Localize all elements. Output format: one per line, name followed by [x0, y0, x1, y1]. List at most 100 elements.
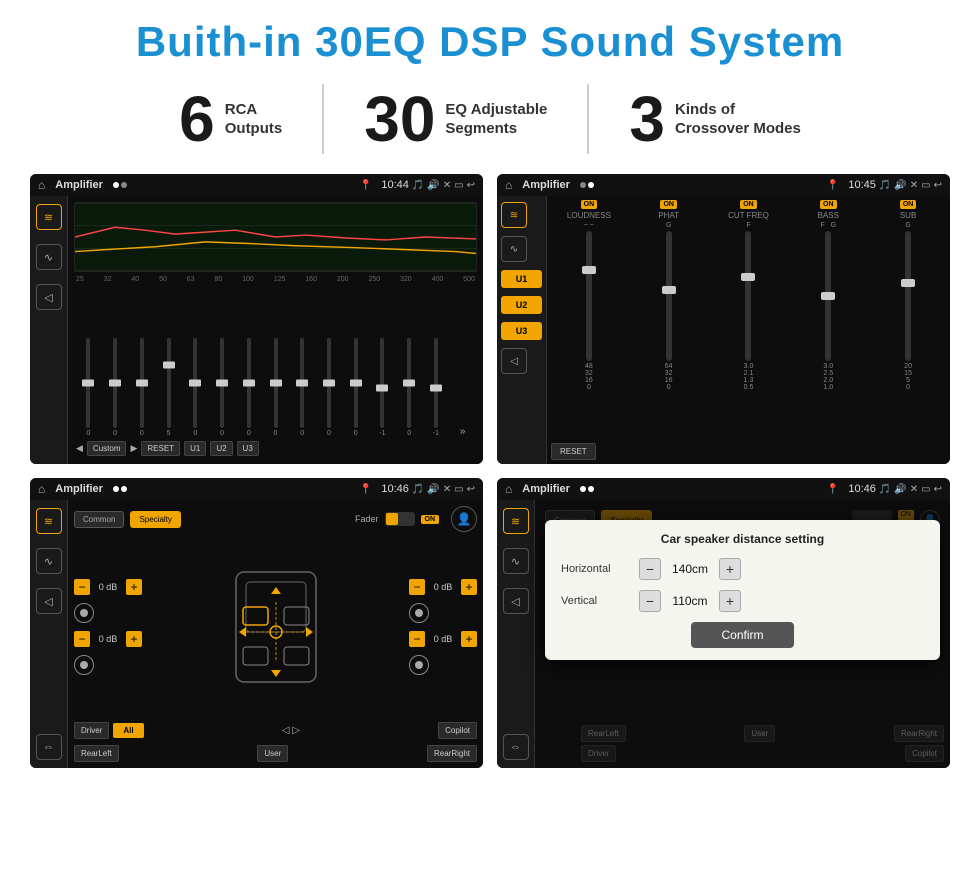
bass-on-badge[interactable]: ON — [820, 200, 837, 209]
fader-sidebar: ≋ ∿ ◁ ⇔ — [30, 500, 68, 768]
dist-bg-copilot: Copilot — [905, 745, 944, 762]
cutfreq-on-badge[interactable]: ON — [740, 200, 757, 209]
dist-speaker-icon[interactable]: ◁ — [503, 588, 529, 614]
bass-slider[interactable] — [825, 231, 831, 361]
dist-horizontal-plus[interactable]: + — [719, 558, 741, 580]
location-icon-cross: 📍 — [827, 180, 839, 191]
cross-eq-icon[interactable]: ≋ — [501, 202, 527, 228]
fader-fr-plus[interactable]: + — [461, 579, 477, 595]
eq-u1-btn[interactable]: U1 — [184, 441, 206, 456]
fader-eq-icon[interactable]: ≋ — [36, 508, 62, 534]
cross-wave-icon[interactable]: ∿ — [501, 236, 527, 262]
fader-fl-minus[interactable]: − — [74, 579, 90, 595]
eq-custom-btn[interactable]: Custom — [87, 441, 127, 456]
phat-val: 64 32 16 0 — [665, 363, 673, 391]
fader-rl-minus[interactable]: − — [74, 631, 90, 647]
car-svg — [221, 552, 331, 702]
cross-speaker-icon[interactable]: ◁ — [501, 348, 527, 374]
fader-rearleft-btn[interactable]: RearLeft — [74, 745, 119, 762]
phat-slider[interactable] — [666, 231, 672, 361]
dist-content: ≋ ∿ ◁ ⇔ Common Specialty ON 👤 — [497, 500, 950, 768]
dot-f1 — [113, 486, 119, 492]
fader-fl-speaker — [74, 603, 94, 623]
fader-left-controls: − 0 dB + − 0 dB + — [74, 579, 142, 675]
eq-play-btn[interactable]: ▶ — [130, 443, 137, 454]
dot-c1 — [580, 182, 586, 188]
eq-u3-btn[interactable]: U3 — [237, 441, 259, 456]
fader-main: Common Specialty Fader ON 👤 — [68, 500, 483, 768]
home-icon-dist[interactable]: ⌂ — [505, 482, 512, 496]
dist-bg-bottom2: RearLeft User RearRight — [581, 725, 944, 742]
fader-rr-plus[interactable]: + — [461, 631, 477, 647]
fader-all-btn[interactable]: All — [113, 723, 143, 738]
eq-reset-btn[interactable]: RESET — [141, 441, 180, 456]
screen-eq: ⌂ Amplifier 📍 10:44 🎵 🔊 ✕ ▭ ↩ — [30, 174, 483, 464]
time-cross: 10:45 — [848, 179, 876, 191]
stat-crossover: 3 Kinds of Crossover Modes — [589, 87, 840, 151]
loudness-on-badge[interactable]: ON — [581, 200, 598, 209]
fader-on-badge[interactable]: ON — [421, 515, 440, 524]
cam-icon-dist: 🎵 — [879, 484, 891, 495]
back-icon-fader[interactable]: ↩ — [467, 484, 475, 495]
fader-person-icon[interactable]: 👤 — [451, 506, 477, 532]
back-icon-dist[interactable]: ↩ — [934, 484, 942, 495]
eq-sidebar-eq-icon[interactable]: ≋ — [36, 204, 62, 230]
fader-arrows-icon[interactable]: ⇔ — [36, 734, 62, 760]
fader-specialty-tab[interactable]: Specialty — [130, 511, 180, 528]
home-icon-cross[interactable]: ⌂ — [505, 178, 512, 192]
fader-speaker-icon[interactable]: ◁ — [36, 588, 62, 614]
fader-wave-icon[interactable]: ∿ — [36, 548, 62, 574]
time-eq: 10:44 — [381, 179, 409, 191]
cross-u1-btn[interactable]: U1 — [501, 270, 542, 288]
home-icon-fader[interactable]: ⌂ — [38, 482, 45, 496]
dist-eq-icon[interactable]: ≋ — [503, 508, 529, 534]
dot-d2 — [588, 486, 594, 492]
eq-graph — [74, 202, 477, 272]
x-icon-fader: ✕ — [443, 484, 451, 495]
eq-u2-btn[interactable]: U2 — [210, 441, 232, 456]
eq-sidebar-speaker-icon[interactable]: ◁ — [36, 284, 62, 310]
fader-common-tab[interactable]: Common — [74, 511, 124, 528]
dist-confirm-btn[interactable]: Confirm — [691, 622, 793, 648]
dist-vertical-minus[interactable]: − — [639, 590, 661, 612]
sub-on-badge[interactable]: ON — [900, 200, 917, 209]
fader-fr-minus[interactable]: − — [409, 579, 425, 595]
fader-rl-plus[interactable]: + — [126, 631, 142, 647]
fader-driver-btn[interactable]: Driver — [74, 722, 109, 739]
stats-row: 6 RCA Outputs 30 EQ Adjustable Segments … — [30, 84, 950, 154]
dist-vertical-plus[interactable]: + — [719, 590, 741, 612]
fader-top-row: Common Specialty Fader ON 👤 — [74, 506, 477, 532]
fader-slider-track[interactable] — [385, 512, 415, 526]
back-icon-eq[interactable]: ↩ — [467, 180, 475, 191]
fader-copilot-btn[interactable]: Copilot — [438, 722, 477, 739]
sub-slider[interactable] — [905, 231, 911, 361]
page-title: Buith-in 30EQ DSP Sound System — [30, 18, 950, 66]
x-icon-eq: ✕ — [443, 180, 451, 191]
eq-prev-btn[interactable]: ◀ — [76, 443, 83, 454]
stat-crossover-label: Kinds of Crossover Modes — [675, 100, 801, 139]
status-icons-cross: 📍 10:45 🎵 🔊 ✕ ▭ ↩ — [827, 179, 942, 191]
screen-distance: ⌂ Amplifier 📍 10:46 🎵 🔊 ✕ ▭ ↩ — [497, 478, 950, 768]
back-icon-cross[interactable]: ↩ — [934, 180, 942, 191]
dist-wave-icon[interactable]: ∿ — [503, 548, 529, 574]
cross-u2-btn[interactable]: U2 — [501, 296, 542, 314]
fader-rr-minus[interactable]: − — [409, 631, 425, 647]
fader-fl-plus[interactable]: + — [126, 579, 142, 595]
loudness-slider[interactable] — [586, 231, 592, 361]
fader-car-diagram — [150, 552, 401, 702]
time-fader: 10:46 — [381, 483, 409, 495]
cross-u3-btn[interactable]: U3 — [501, 322, 542, 340]
phat-on-badge[interactable]: ON — [660, 200, 677, 209]
home-icon-eq[interactable]: ⌂ — [38, 178, 45, 192]
dist-arrows-icon[interactable]: ⇔ — [503, 734, 529, 760]
cross-phat-col: ON PHAT G 64 32 16 0 — [631, 200, 707, 436]
eq-slider-expand: » — [450, 426, 475, 437]
fader-user-btn[interactable]: User — [257, 745, 288, 762]
dist-horizontal-minus[interactable]: − — [639, 558, 661, 580]
fader-bottom-row-2: RearLeft User RearRight — [74, 745, 477, 762]
dist-sidebar: ≋ ∿ ◁ ⇔ — [497, 500, 535, 768]
cutfreq-slider[interactable] — [745, 231, 751, 361]
cross-reset-btn[interactable]: RESET — [551, 443, 596, 460]
eq-sidebar-wave-icon[interactable]: ∿ — [36, 244, 62, 270]
fader-rearright-btn[interactable]: RearRight — [427, 745, 477, 762]
